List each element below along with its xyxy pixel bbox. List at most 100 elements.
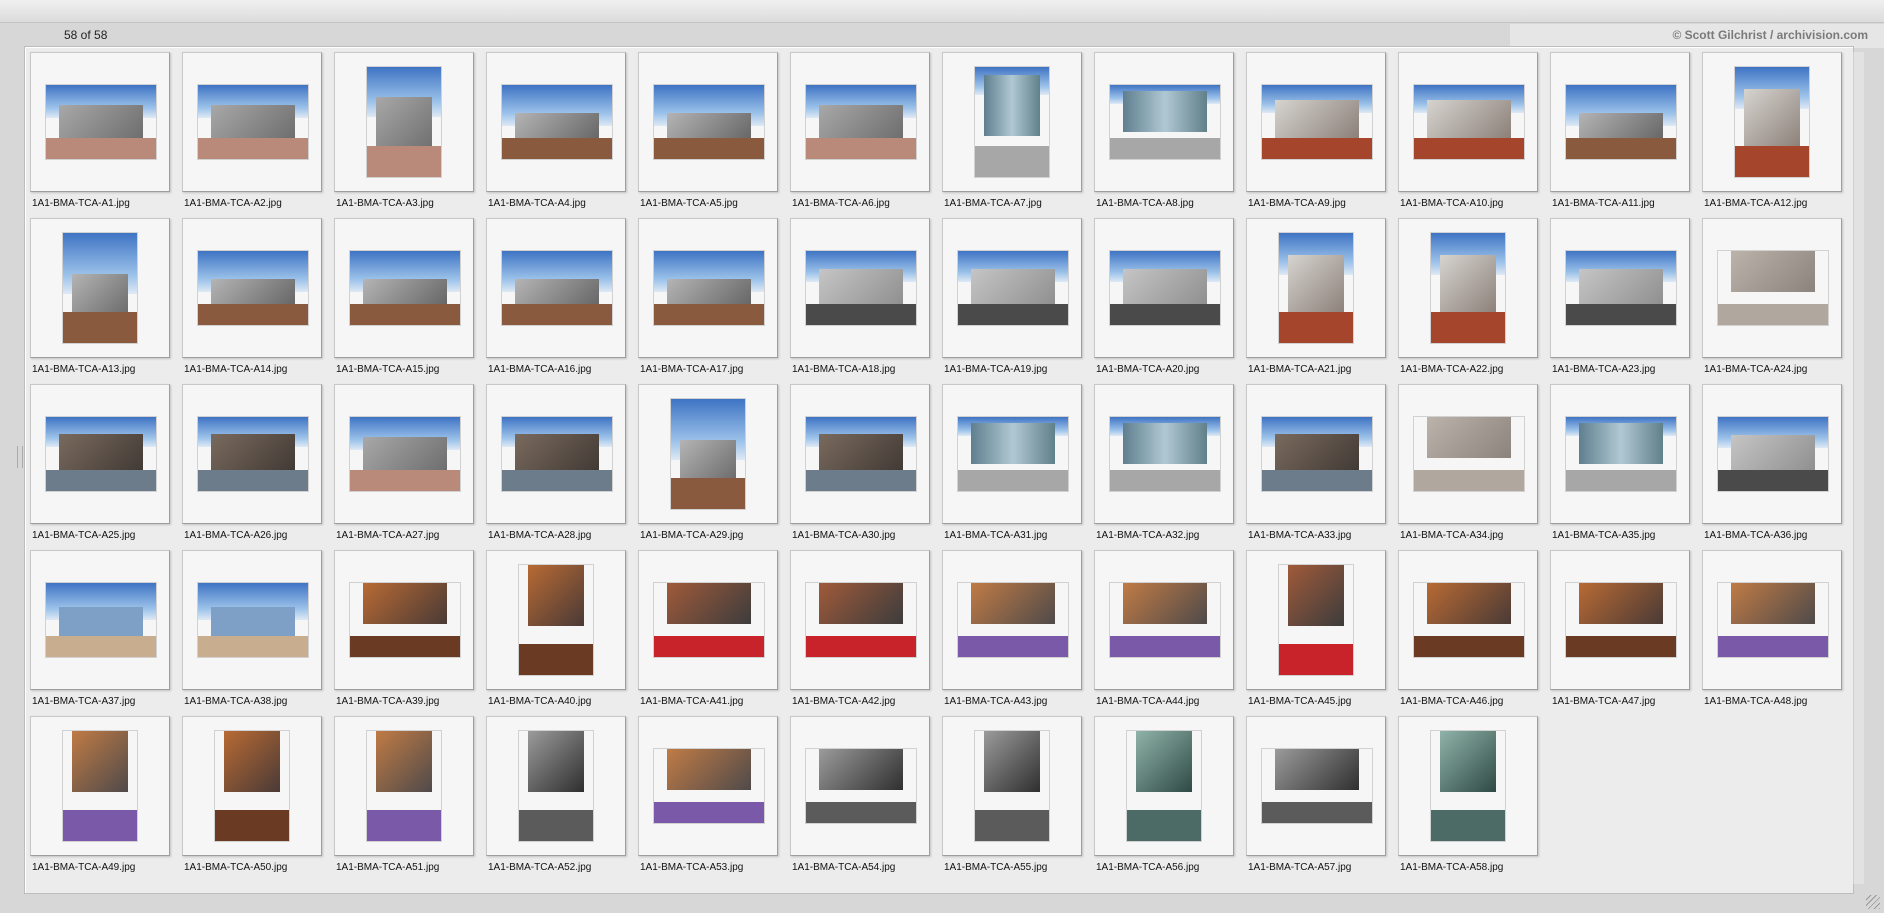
thumbnail-item[interactable]: 1A1-BMA-TCA-A57.jpg xyxy=(1246,716,1386,882)
thumbnail-image[interactable] xyxy=(1110,417,1220,491)
thumbnail-image[interactable] xyxy=(367,67,441,177)
thumbnail-item[interactable]: 1A1-BMA-TCA-A12.jpg xyxy=(1702,52,1842,218)
thumbnail-frame[interactable] xyxy=(1702,52,1842,192)
thumbnail-item[interactable]: 1A1-BMA-TCA-A31.jpg xyxy=(942,384,1082,550)
thumbnail-image[interactable] xyxy=(215,731,289,841)
thumbnail-image[interactable] xyxy=(1431,731,1505,841)
thumbnail-item[interactable]: 1A1-BMA-TCA-A36.jpg xyxy=(1702,384,1842,550)
thumbnail-frame[interactable] xyxy=(30,550,170,690)
thumbnail-image[interactable] xyxy=(1566,417,1676,491)
thumbnail-item[interactable]: 1A1-BMA-TCA-A43.jpg xyxy=(942,550,1082,716)
thumbnail-item[interactable]: 1A1-BMA-TCA-A7.jpg xyxy=(942,52,1082,218)
thumbnail-frame[interactable] xyxy=(182,52,322,192)
thumbnail-image[interactable] xyxy=(350,583,460,657)
thumbnail-item[interactable]: 1A1-BMA-TCA-A41.jpg xyxy=(638,550,778,716)
thumbnail-item[interactable]: 1A1-BMA-TCA-A3.jpg xyxy=(334,52,474,218)
thumbnail-image[interactable] xyxy=(1110,251,1220,325)
thumbnail-item[interactable]: 1A1-BMA-TCA-A15.jpg xyxy=(334,218,474,384)
thumbnail-item[interactable]: 1A1-BMA-TCA-A56.jpg xyxy=(1094,716,1234,882)
thumbnail-frame[interactable] xyxy=(1550,384,1690,524)
thumbnail-frame[interactable] xyxy=(1702,218,1842,358)
thumbnail-frame[interactable] xyxy=(638,52,778,192)
thumbnail-image[interactable] xyxy=(1414,417,1524,491)
thumbnail-frame[interactable] xyxy=(334,384,474,524)
thumbnail-image[interactable] xyxy=(1566,583,1676,657)
thumbnail-frame[interactable] xyxy=(1094,384,1234,524)
thumbnail-image[interactable] xyxy=(806,749,916,823)
thumbnail-image[interactable] xyxy=(502,417,612,491)
thumbnail-item[interactable]: 1A1-BMA-TCA-A19.jpg xyxy=(942,218,1082,384)
thumbnail-frame[interactable] xyxy=(638,716,778,856)
thumbnail-frame[interactable] xyxy=(486,52,626,192)
thumbnail-item[interactable]: 1A1-BMA-TCA-A53.jpg xyxy=(638,716,778,882)
thumbnail-item[interactable]: 1A1-BMA-TCA-A49.jpg xyxy=(30,716,170,882)
thumbnail-image[interactable] xyxy=(975,731,1049,841)
thumbnail-image[interactable] xyxy=(1414,85,1524,159)
vertical-scrollbar[interactable] xyxy=(1853,52,1864,884)
thumbnail-image[interactable] xyxy=(367,731,441,841)
thumbnail-image[interactable] xyxy=(1279,565,1353,675)
thumbnail-image[interactable] xyxy=(806,85,916,159)
thumbnail-item[interactable]: 1A1-BMA-TCA-A11.jpg xyxy=(1550,52,1690,218)
thumbnail-frame[interactable] xyxy=(182,384,322,524)
thumbnail-image[interactable] xyxy=(958,251,1068,325)
thumbnail-item[interactable]: 1A1-BMA-TCA-A25.jpg xyxy=(30,384,170,550)
thumbnail-frame[interactable] xyxy=(1094,218,1234,358)
thumbnail-image[interactable] xyxy=(958,417,1068,491)
thumbnail-frame[interactable] xyxy=(30,218,170,358)
thumbnail-item[interactable]: 1A1-BMA-TCA-A30.jpg xyxy=(790,384,930,550)
thumbnail-image[interactable] xyxy=(1566,85,1676,159)
thumbnail-frame[interactable] xyxy=(1246,384,1386,524)
thumbnail-frame[interactable] xyxy=(1702,550,1842,690)
thumbnail-frame[interactable] xyxy=(1398,550,1538,690)
thumbnail-image[interactable] xyxy=(63,731,137,841)
thumbnail-item[interactable]: 1A1-BMA-TCA-A40.jpg xyxy=(486,550,626,716)
thumbnail-image[interactable] xyxy=(46,583,156,657)
thumbnail-frame[interactable] xyxy=(1550,52,1690,192)
thumbnail-frame[interactable] xyxy=(942,52,1082,192)
thumbnail-frame[interactable] xyxy=(1398,52,1538,192)
thumbnail-item[interactable]: 1A1-BMA-TCA-A16.jpg xyxy=(486,218,626,384)
thumbnail-image[interactable] xyxy=(1279,233,1353,343)
thumbnail-image[interactable] xyxy=(198,583,308,657)
thumbnail-frame[interactable] xyxy=(334,52,474,192)
thumbnail-image[interactable] xyxy=(958,583,1068,657)
thumbnail-item[interactable]: 1A1-BMA-TCA-A4.jpg xyxy=(486,52,626,218)
thumbnail-frame[interactable] xyxy=(334,550,474,690)
thumbnail-frame[interactable] xyxy=(1094,716,1234,856)
thumbnail-image[interactable] xyxy=(1735,67,1809,177)
thumbnail-frame[interactable] xyxy=(1246,550,1386,690)
thumbnail-item[interactable]: 1A1-BMA-TCA-A39.jpg xyxy=(334,550,474,716)
thumbnail-item[interactable]: 1A1-BMA-TCA-A5.jpg xyxy=(638,52,778,218)
thumbnail-image[interactable] xyxy=(63,233,137,343)
thumbnail-image[interactable] xyxy=(350,417,460,491)
thumbnail-item[interactable]: 1A1-BMA-TCA-A1.jpg xyxy=(30,52,170,218)
thumbnail-image[interactable] xyxy=(806,583,916,657)
thumbnail-image[interactable] xyxy=(1262,749,1372,823)
thumbnail-frame[interactable] xyxy=(486,384,626,524)
thumbnail-image[interactable] xyxy=(1127,731,1201,841)
thumbnail-frame[interactable] xyxy=(1094,52,1234,192)
thumbnail-frame[interactable] xyxy=(30,716,170,856)
thumbnail-frame[interactable] xyxy=(1398,218,1538,358)
thumbnail-frame[interactable] xyxy=(486,716,626,856)
thumbnail-frame[interactable] xyxy=(1398,384,1538,524)
thumbnail-item[interactable]: 1A1-BMA-TCA-A13.jpg xyxy=(30,218,170,384)
thumbnail-image[interactable] xyxy=(1414,583,1524,657)
thumbnail-image[interactable] xyxy=(1718,583,1828,657)
thumbnail-frame[interactable] xyxy=(1246,716,1386,856)
thumbnail-image[interactable] xyxy=(1431,233,1505,343)
thumbnail-frame[interactable] xyxy=(486,550,626,690)
thumbnail-item[interactable]: 1A1-BMA-TCA-A21.jpg xyxy=(1246,218,1386,384)
thumbnail-frame[interactable] xyxy=(30,384,170,524)
thumbnail-item[interactable]: 1A1-BMA-TCA-A24.jpg xyxy=(1702,218,1842,384)
thumbnail-item[interactable]: 1A1-BMA-TCA-A34.jpg xyxy=(1398,384,1538,550)
thumbnail-frame[interactable] xyxy=(942,384,1082,524)
thumbnail-frame[interactable] xyxy=(942,550,1082,690)
thumbnail-frame[interactable] xyxy=(790,52,930,192)
thumbnail-item[interactable]: 1A1-BMA-TCA-A51.jpg xyxy=(334,716,474,882)
thumbnail-item[interactable]: 1A1-BMA-TCA-A32.jpg xyxy=(1094,384,1234,550)
thumbnail-item[interactable]: 1A1-BMA-TCA-A14.jpg xyxy=(182,218,322,384)
thumbnail-item[interactable]: 1A1-BMA-TCA-A38.jpg xyxy=(182,550,322,716)
thumbnail-item[interactable]: 1A1-BMA-TCA-A18.jpg xyxy=(790,218,930,384)
